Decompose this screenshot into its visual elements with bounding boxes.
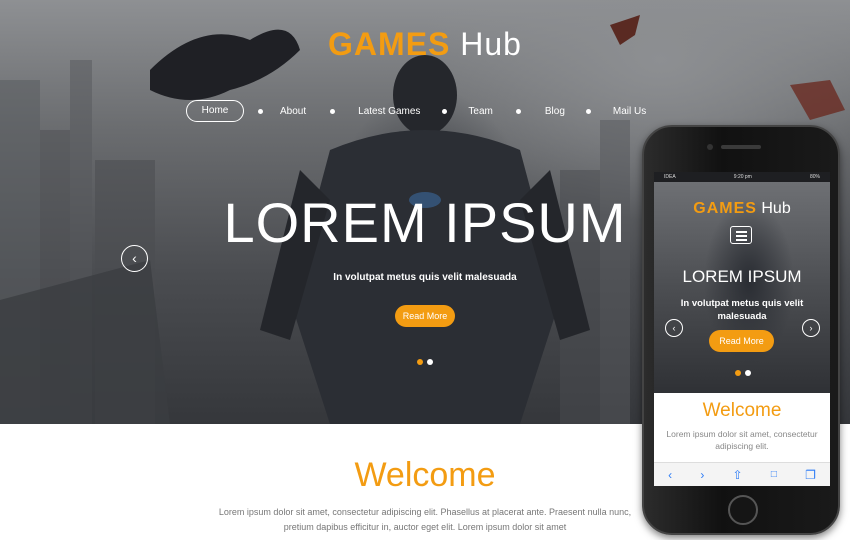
nav-separator (441, 108, 447, 114)
mobile-welcome-text-line: adipiscing elit. (715, 441, 769, 451)
mobile-hero-subtitle: In volutpat metus quis velit malesuada (680, 298, 804, 322)
nav-separator (329, 108, 335, 114)
slider-dot[interactable] (735, 370, 741, 376)
mobile-welcome-title: Welcome (702, 400, 782, 421)
phone-camera (707, 144, 713, 150)
phone-status-bar: IDEA 9:20 pm 80% (654, 172, 830, 182)
nav-separator (516, 108, 522, 114)
mobile-welcome-text-line: Lorem ipsum dolor sit amet, consectetur (666, 429, 818, 439)
status-time: 9:20 pm (733, 174, 752, 180)
nav-separator (586, 108, 592, 114)
mobile-hero: GAMES Hub LOREM IPSUM In volutpat metus … (654, 182, 830, 393)
mobile-logo-suffix: Hub (761, 200, 791, 217)
forward-icon[interactable]: › (700, 468, 704, 482)
mobile-logo-brand: GAMES (693, 200, 757, 217)
mobile-prev-icon[interactable]: ‹ (665, 319, 683, 337)
bookmarks-icon[interactable]: □ (771, 469, 777, 480)
mobile-slider-dots (735, 370, 751, 376)
page: GAMES Hub Home About Latest Games Team B… (0, 0, 850, 540)
nav-team[interactable]: Team (464, 106, 496, 117)
read-more-button[interactable]: Read More (395, 305, 455, 327)
main-nav: Home About Latest Games Team Blog Mail U… (186, 100, 650, 122)
mobile-next-icon[interactable]: › (802, 319, 820, 337)
phone-screen: IDEA 9:20 pm 80% GAMES Hub LOREM IPSUM I… (654, 172, 830, 486)
nav-separator (257, 108, 263, 114)
phone-home-button[interactable] (728, 495, 758, 525)
status-battery: 80% (809, 174, 820, 180)
mobile-logo[interactable]: GAMES Hub (654, 200, 830, 218)
mobile-read-more-button[interactable]: Read More (709, 330, 774, 352)
welcome-text-line: Lorem ipsum dolor sit amet, consectetur … (218, 507, 632, 517)
logo-brand: GAMES (328, 26, 451, 62)
slider-dot[interactable] (417, 359, 423, 365)
share-icon[interactable]: ⇧ (733, 468, 743, 482)
nav-mail-us[interactable]: Mail Us (609, 106, 650, 117)
nav-blog[interactable]: Blog (541, 106, 569, 117)
browser-toolbar: ‹ › ⇧ □ ❐ (654, 462, 830, 486)
phone-mockup: IDEA 9:20 pm 80% GAMES Hub LOREM IPSUM I… (642, 125, 840, 535)
slider-dots (417, 359, 433, 365)
nav-home[interactable]: Home (186, 100, 244, 122)
tabs-icon[interactable]: ❐ (805, 468, 816, 482)
logo-suffix: Hub (460, 26, 522, 62)
slider-dot[interactable] (427, 359, 433, 365)
mobile-welcome-text: Lorem ipsum dolor sit amet, consectetur … (662, 428, 822, 452)
nav-latest-games[interactable]: Latest Games (354, 106, 424, 117)
hamburger-menu-icon[interactable] (730, 226, 752, 244)
nav-about[interactable]: About (276, 106, 310, 117)
slider-dot[interactable] (745, 370, 751, 376)
welcome-text: Lorem ipsum dolor sit amet, consectetur … (200, 505, 650, 535)
welcome-text-line: pretium dapibus efficitur in, auctor ege… (283, 522, 567, 532)
site-logo[interactable]: GAMES Hub (0, 26, 850, 63)
status-carrier: IDEA (664, 174, 676, 180)
back-icon[interactable]: ‹ (668, 468, 672, 482)
mobile-hero-title: LOREM IPSUM (682, 267, 802, 286)
phone-speaker (721, 145, 761, 149)
